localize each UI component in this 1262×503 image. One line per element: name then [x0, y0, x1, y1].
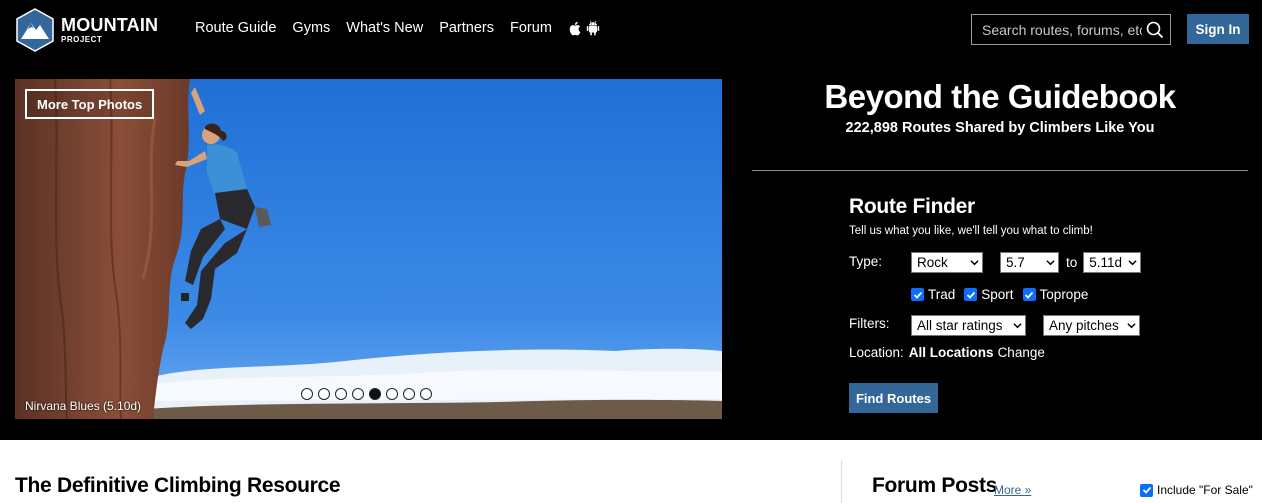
grade-to-value: 5.11d [1089, 255, 1123, 270]
trad-label: Trad [928, 287, 956, 302]
checkbox-checked-icon [1022, 288, 1036, 301]
toprope-label: Toprope [1039, 287, 1089, 302]
divider [752, 170, 1248, 171]
nav-forum[interactable]: Forum [510, 20, 552, 36]
location-label: Location: [849, 345, 904, 360]
search-box [971, 14, 1171, 45]
carousel-dot[interactable] [386, 388, 398, 400]
type-label: Type: [849, 254, 883, 269]
carousel-dot[interactable] [301, 388, 313, 400]
location-change-link[interactable]: Change [998, 345, 1045, 360]
carousel-dot[interactable] [352, 388, 364, 400]
logo-badge-icon [16, 8, 54, 52]
forum-more-link[interactable]: More » [994, 483, 1031, 497]
apple-icon[interactable] [568, 21, 581, 36]
carousel-dots [301, 388, 432, 400]
find-routes-button[interactable]: Find Routes [849, 383, 938, 413]
carousel-dot[interactable] [318, 388, 330, 400]
filters-label: Filters: [849, 316, 890, 331]
checkbox-checked-icon [911, 288, 924, 301]
nav-whats-new[interactable]: What's New [346, 20, 423, 36]
nav-partners[interactable]: Partners [439, 20, 494, 36]
to-label: to [1066, 255, 1078, 270]
sport-label: Sport [981, 287, 1014, 302]
route-finder-intro: Tell us what you like, we'll tell you wh… [849, 225, 1093, 237]
checkbox-checked-icon [964, 288, 978, 301]
grade-from-value: 5.7 [1006, 255, 1025, 270]
carousel-dot[interactable] [420, 388, 432, 400]
chevron-down-icon [1013, 323, 1022, 329]
include-for-sale-checkbox[interactable]: Include "For Sale" [1140, 483, 1253, 497]
nav-route-guide[interactable]: Route Guide [195, 20, 276, 36]
chevron-down-icon [1128, 260, 1137, 266]
chevron-down-icon [1127, 323, 1136, 329]
sport-checkbox[interactable]: Sport [964, 287, 1014, 302]
tagline-title: Beyond the Guidebook [824, 78, 1176, 115]
search-input[interactable] [972, 21, 1142, 38]
android-icon[interactable] [586, 20, 600, 36]
grade-from-select[interactable]: 5.7 [1000, 252, 1059, 273]
carousel-dot[interactable] [403, 388, 415, 400]
checkbox-checked-icon [1140, 483, 1153, 497]
route-finder-title: Route Finder [849, 195, 975, 218]
search-icon[interactable] [1146, 21, 1164, 39]
include-for-sale-label: Include "For Sale" [1157, 483, 1253, 497]
pitches-select[interactable]: Any pitches [1043, 315, 1140, 336]
trad-checkbox[interactable]: Trad [911, 287, 955, 302]
type-select-value: Rock [917, 255, 948, 270]
column-divider [841, 460, 842, 503]
location-value: All Locations [908, 345, 994, 360]
site-header: MOUNTAIN PROJECT Route Guide Gyms What's… [0, 0, 1262, 62]
grade-to-select[interactable]: 5.11d [1083, 252, 1142, 273]
chevron-down-icon [1046, 260, 1055, 266]
star-rating-value: All star ratings [917, 318, 1003, 333]
route-finder: Route Finder Tell us what you like, we'l… [849, 195, 1149, 413]
main-nav: Route Guide Gyms What's New Partners For… [195, 20, 600, 36]
carousel-dot-active[interactable] [369, 388, 381, 400]
climbing-photo [15, 79, 722, 419]
tagline: Beyond the Guidebook 222,898 Routes Shar… [752, 78, 1248, 136]
sign-in-button[interactable]: Sign In [1187, 14, 1249, 44]
forum-posts-heading: Forum Posts [872, 474, 998, 497]
logo-wordmark: MOUNTAIN [61, 15, 159, 35]
content-section: The Definitive Climbing Resource Forum P… [0, 440, 1262, 503]
photo-caption[interactable]: Nirvana Blues (5.10d) [25, 399, 141, 413]
hero-photo-carousel[interactable]: More Top Photos Nirvana Blues (5.10d) [15, 79, 722, 419]
chevron-down-icon [970, 260, 979, 266]
nav-gyms[interactable]: Gyms [292, 20, 330, 36]
pitches-value: Any pitches [1049, 318, 1119, 333]
definitive-resource-heading: The Definitive Climbing Resource [15, 474, 341, 497]
star-rating-select[interactable]: All star ratings [911, 315, 1026, 336]
type-select[interactable]: Rock [911, 252, 983, 273]
more-top-photos-button[interactable]: More Top Photos [25, 89, 155, 119]
tagline-subtitle: 222,898 Routes Shared by Climbers Like Y… [845, 120, 1155, 136]
logo-subtitle: PROJECT [61, 35, 103, 44]
mountain-project-logo[interactable]: MOUNTAIN PROJECT [15, 8, 175, 52]
toprope-checkbox[interactable]: Toprope [1022, 287, 1089, 302]
carousel-dot[interactable] [335, 388, 347, 400]
